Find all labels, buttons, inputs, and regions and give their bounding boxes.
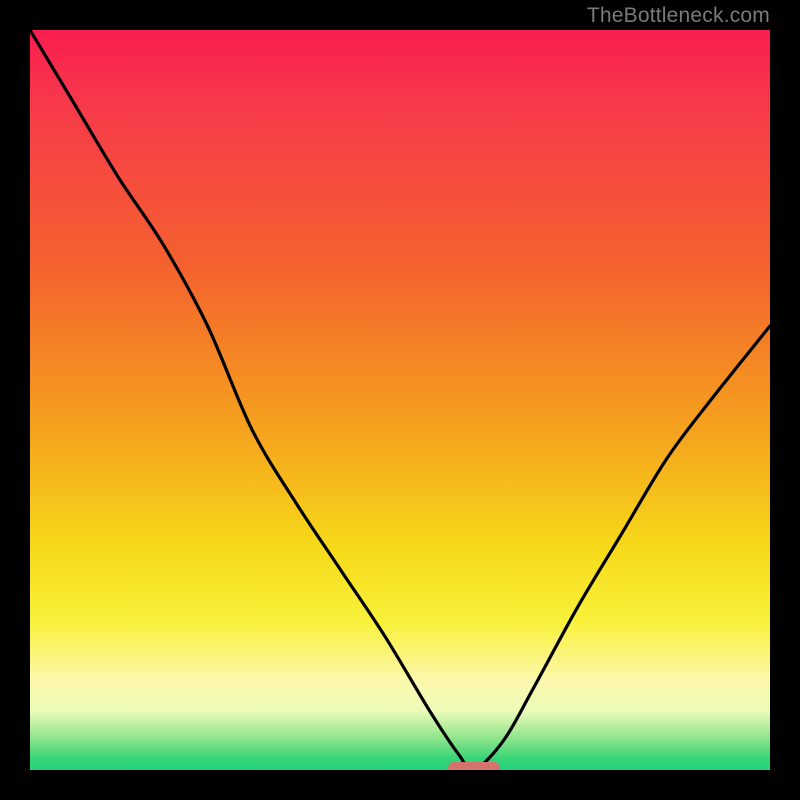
plot-area: [30, 30, 770, 770]
bottleneck-curve: [30, 30, 770, 770]
curve-layer: [30, 30, 770, 770]
chart-frame: TheBottleneck.com: [0, 0, 800, 800]
optimal-marker: [448, 762, 500, 770]
watermark-text: TheBottleneck.com: [587, 4, 770, 28]
